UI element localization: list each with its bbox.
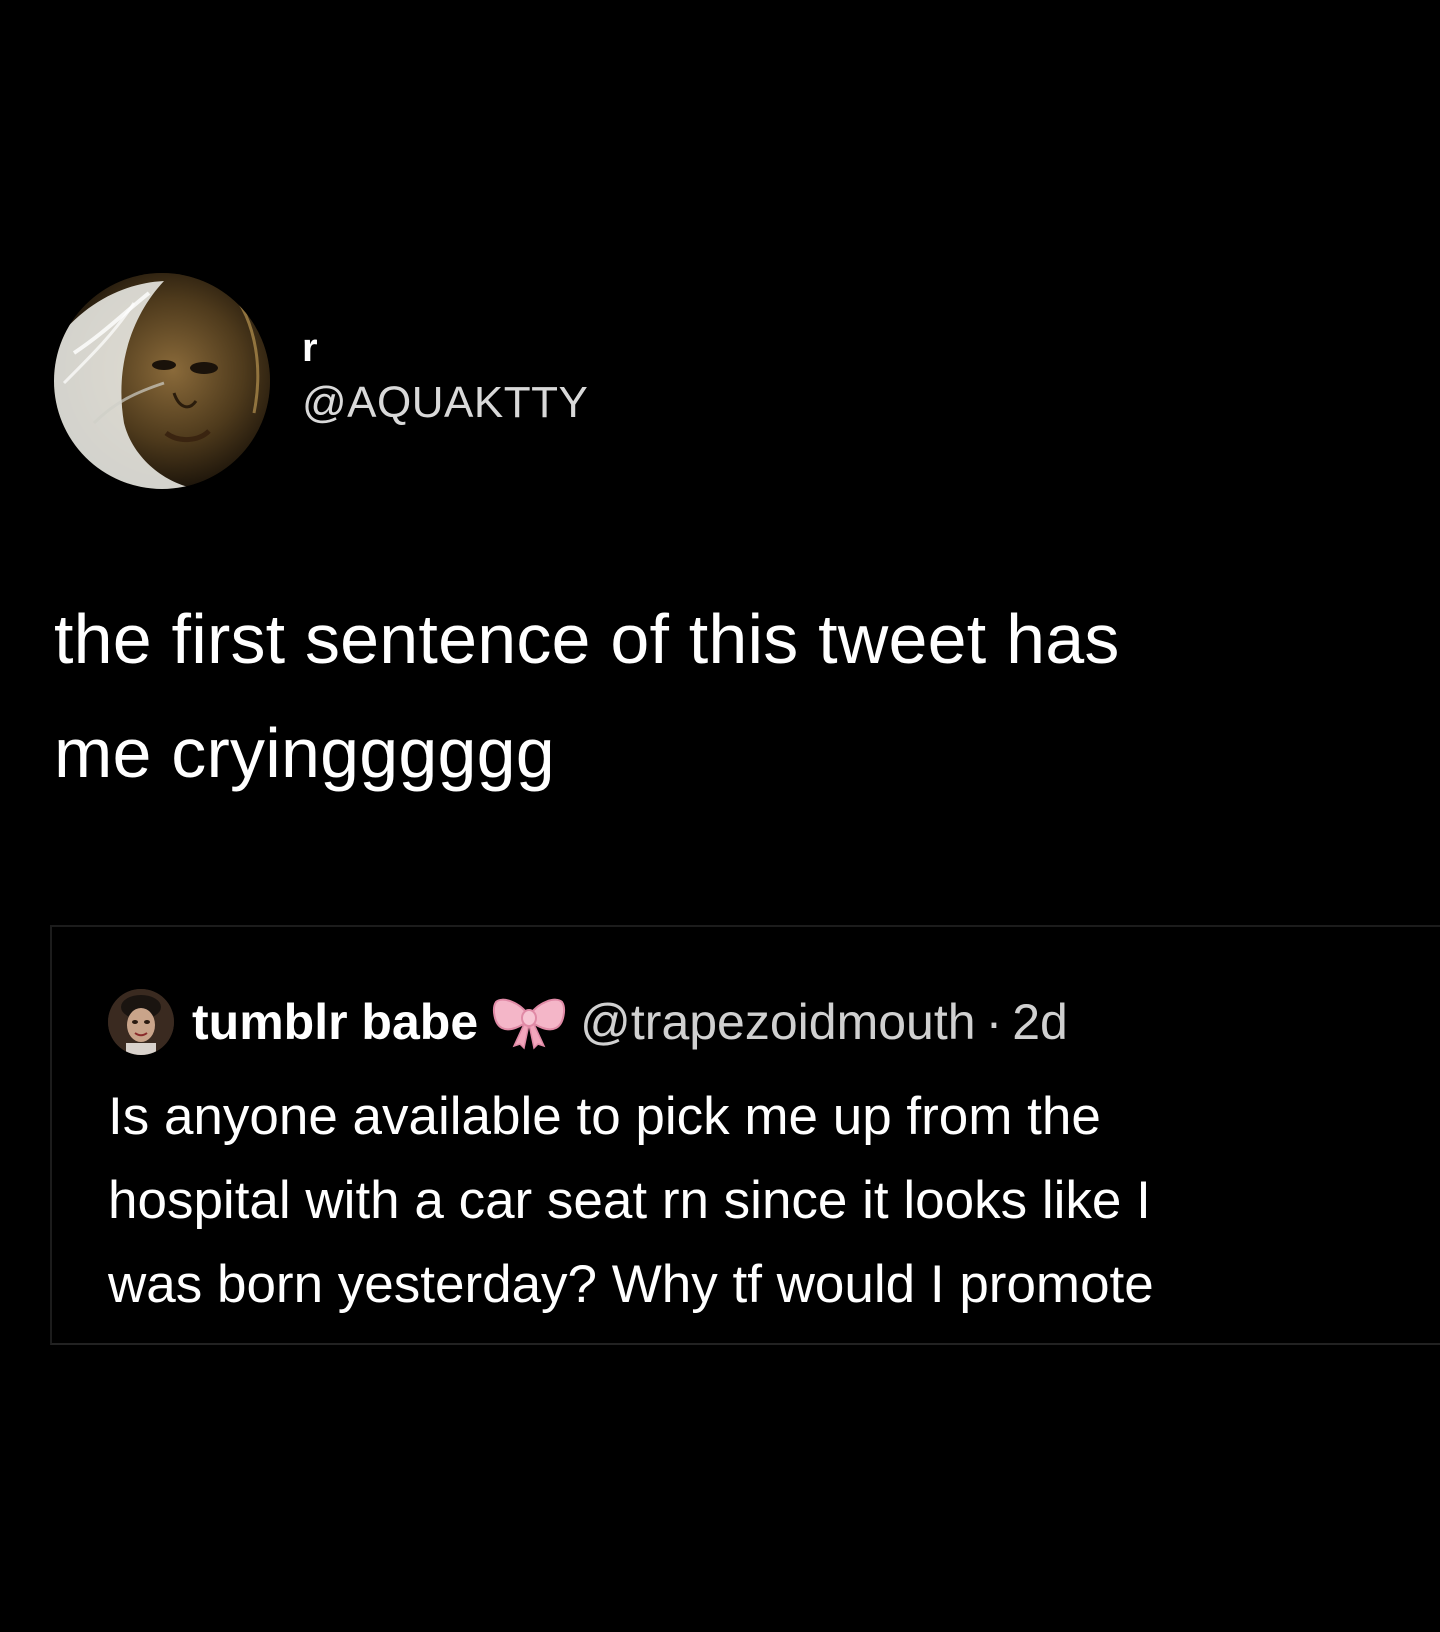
quoted-avatar[interactable] (108, 989, 174, 1055)
author-names: r @AQUAKTTY (302, 322, 588, 432)
quoted-tweet-card[interactable]: tumblr babe @trapezoidmouth · 2d Is anyo… (50, 925, 1440, 1345)
author-display-name[interactable]: r (302, 322, 588, 374)
quoted-text-line: hospital with a car seat rn since it loo… (108, 1171, 1151, 1230)
quoted-author-handle[interactable]: @trapezoidmouth (580, 993, 975, 1051)
tweet-text-line: the first sentence of this tweet has (54, 600, 1120, 678)
quoted-text-line: Is anyone available to pick me up from t… (108, 1087, 1101, 1146)
author-handle[interactable]: @AQUAKTTY (302, 374, 588, 432)
avatar[interactable] (54, 273, 270, 489)
quoted-author-display-name[interactable]: tumblr babe (192, 993, 478, 1051)
quoted-tweet-header: tumblr babe @trapezoidmouth · 2d (108, 989, 1068, 1055)
quoted-text-line: was born yesterday? Why tf would I promo… (108, 1255, 1154, 1314)
pink-bow-icon (493, 998, 566, 1050)
quoted-tweet-timestamp[interactable]: 2d (1012, 993, 1068, 1051)
separator-dot: · (985, 994, 1003, 1050)
tweet-header: r @AQUAKTTY (54, 272, 588, 490)
tweet-card: r @AQUAKTTY the first sentence of this t… (0, 0, 1440, 1632)
tweet-body: the first sentence of this tweet has me … (54, 582, 1414, 810)
avatar-photo-icon (54, 273, 270, 489)
quoted-tweet-body: Is anyone available to pick me up from t… (108, 1075, 1418, 1327)
tweet-text-line: me cryingggggg (54, 714, 555, 792)
quoted-avatar-photo-icon (108, 989, 174, 1055)
